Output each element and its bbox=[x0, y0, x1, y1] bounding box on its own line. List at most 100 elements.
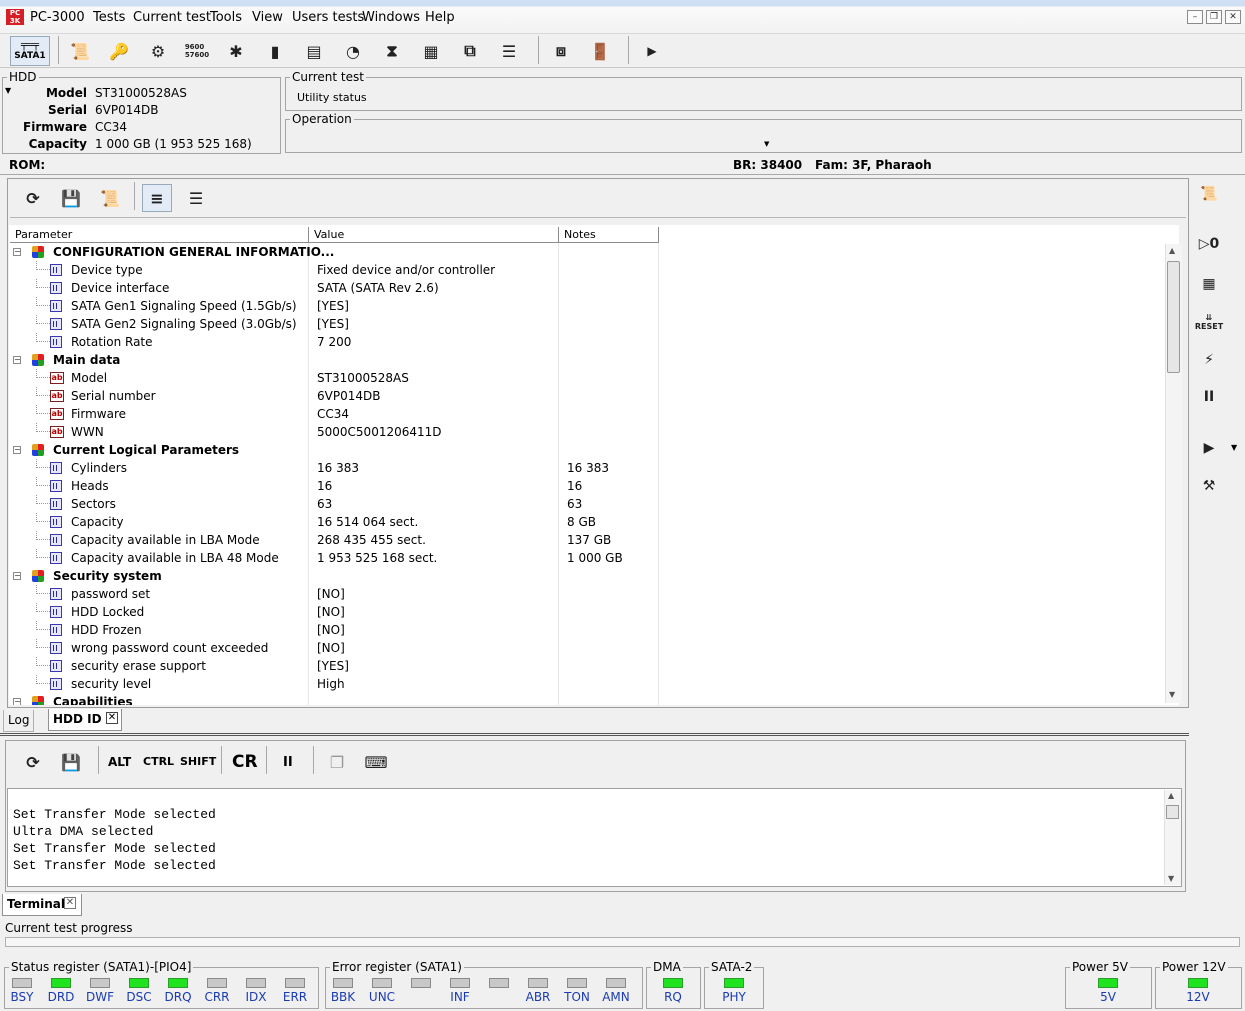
collapse-toggle-icon[interactable]: − bbox=[13, 356, 21, 364]
parameter-row[interactable]: Device interface SATA (SATA Rev 2.6) bbox=[9, 279, 1165, 297]
pause-icon[interactable]: ΙΙ bbox=[1195, 383, 1223, 411]
hourglass-icon[interactable]: ⧗ bbox=[377, 37, 407, 65]
tools-icon[interactable]: ⚒ bbox=[1195, 472, 1223, 500]
parameter-row[interactable]: ab Model ST31000528AS bbox=[9, 369, 1165, 387]
group-row[interactable]: − Current Logical Parameters bbox=[9, 441, 1165, 459]
column-header-parameter[interactable]: Parameter bbox=[10, 227, 309, 243]
terminal-save-icon[interactable]: 💾 bbox=[56, 748, 86, 776]
parameter-row[interactable]: HDD Frozen [NO] bbox=[9, 621, 1165, 639]
terminal-scroll-thumb[interactable] bbox=[1166, 805, 1179, 819]
baud-rate-icon[interactable]: 9600 57600 bbox=[182, 37, 212, 65]
terminal-copy-icon[interactable]: ❐ bbox=[322, 748, 352, 776]
parameter-row[interactable]: Capacity 16 514 064 sect. 8 GB bbox=[9, 513, 1165, 531]
column-header-notes[interactable]: Notes bbox=[559, 227, 659, 243]
tab-log[interactable]: Log bbox=[3, 710, 35, 732]
tree-line bbox=[36, 297, 50, 306]
copy-window-icon[interactable]: ⧈ bbox=[546, 37, 576, 65]
numeric-field-icon bbox=[50, 678, 62, 690]
cr-key-button[interactable]: CR bbox=[232, 752, 258, 772]
menu-help[interactable]: Help bbox=[425, 10, 455, 25]
close-terminal-tab-icon[interactable]: ✕ bbox=[64, 897, 76, 909]
run-arrow-icon[interactable]: ▶ bbox=[637, 37, 667, 65]
parameter-row[interactable]: HDD Locked [NO] bbox=[9, 603, 1165, 621]
list-icon[interactable]: ☰ bbox=[494, 37, 524, 65]
collapse-toggle-icon[interactable]: − bbox=[13, 572, 21, 580]
numeric-field-icon bbox=[50, 534, 62, 546]
rom-scroll-icon[interactable]: 📜 bbox=[1195, 180, 1223, 208]
menu-current-test[interactable]: Current test bbox=[133, 10, 211, 25]
chip-icon[interactable]: ▮ bbox=[260, 37, 290, 65]
tree-line bbox=[36, 261, 50, 270]
parameter-row[interactable]: security erase support [YES] bbox=[9, 657, 1165, 675]
close-tab-icon[interactable]: ✕ bbox=[106, 712, 118, 724]
power-switch-icon[interactable]: ▷0 bbox=[1195, 230, 1223, 258]
save-icon[interactable]: 💾 bbox=[56, 184, 86, 212]
ctrl-key-button[interactable]: CTRL bbox=[143, 755, 174, 768]
board-icon[interactable]: ▦ bbox=[1195, 270, 1223, 298]
terminal-scroll-down-icon[interactable]: ▼ bbox=[1168, 874, 1174, 883]
grid-scroll-thumb[interactable] bbox=[1167, 261, 1180, 373]
minimize-button[interactable]: – bbox=[1187, 10, 1203, 24]
menu-windows[interactable]: Windows bbox=[362, 10, 420, 25]
scroll-icon[interactable]: 📜 bbox=[95, 184, 125, 212]
group-row[interactable]: − Main data bbox=[9, 351, 1165, 369]
menu-tests[interactable]: Tests bbox=[93, 10, 125, 25]
drive-settings-icon[interactable]: ⚙ bbox=[143, 37, 173, 65]
parameter-row[interactable]: wrong password count exceeded [NO] bbox=[9, 639, 1165, 657]
parameter-row[interactable]: ab Serial number 6VP014DB bbox=[9, 387, 1165, 405]
collapse-toggle-icon[interactable]: − bbox=[13, 248, 21, 256]
signal-icon[interactable]: ⚡ bbox=[1195, 346, 1223, 374]
model-value: ST31000528AS bbox=[95, 86, 187, 100]
column-header-value[interactable]: Value bbox=[309, 227, 559, 243]
close-window-button[interactable]: ✕ bbox=[1225, 10, 1241, 24]
group-row[interactable]: − Capabilities bbox=[9, 693, 1165, 705]
parameter-row[interactable]: ab Firmware CC34 bbox=[9, 405, 1165, 423]
parameter-row[interactable]: ab WWN 5000C5001206411D bbox=[9, 423, 1165, 441]
scroll-down-icon[interactable]: ▼ bbox=[1169, 690, 1175, 699]
scroll-up-icon[interactable]: ▲ bbox=[1169, 246, 1175, 255]
scroll-icon[interactable]: 📜 bbox=[65, 37, 95, 65]
splitter[interactable] bbox=[0, 733, 1189, 736]
terminal-refresh-icon[interactable]: ⟳ bbox=[18, 748, 48, 776]
collapse-toggle-icon[interactable]: − bbox=[13, 446, 21, 454]
parameter-row[interactable]: Capacity available in LBA Mode 268 435 45… bbox=[9, 531, 1165, 549]
menu-view[interactable]: View bbox=[252, 10, 283, 25]
sata-port-button[interactable]: ╤═╤ SATA1 bbox=[10, 36, 50, 66]
terminal-keyboard-icon[interactable]: ⌨ bbox=[361, 748, 391, 776]
key-icon[interactable]: 🔑 bbox=[104, 37, 134, 65]
tree-icon[interactable]: ⧉ bbox=[455, 37, 485, 65]
menu-tools[interactable]: Tools bbox=[210, 10, 242, 25]
align-center-icon[interactable]: ≡ bbox=[142, 184, 172, 212]
parameter-row[interactable]: security level High bbox=[9, 675, 1165, 693]
parameter-row[interactable]: SATA Gen1 Signaling Speed (1.5Gb/s) [YES] bbox=[9, 297, 1165, 315]
menu-users-tests[interactable]: Users tests bbox=[292, 10, 364, 25]
alt-key-button[interactable]: ALT bbox=[108, 755, 131, 769]
parameter-row[interactable]: Cylinders 16 383 16 383 bbox=[9, 459, 1165, 477]
align-right-icon[interactable]: ☰ bbox=[181, 184, 211, 212]
reset-icon[interactable]: ⇊ RESET bbox=[1195, 308, 1223, 336]
parameter-row[interactable]: Heads 16 16 bbox=[9, 477, 1165, 495]
disk-icon[interactable]: ◔ bbox=[338, 37, 368, 65]
terminal-pause-icon[interactable]: ΙΙ bbox=[283, 755, 293, 770]
group-row[interactable]: − Security system bbox=[9, 567, 1165, 585]
operation-dropdown-icon[interactable]: ▼ bbox=[764, 140, 769, 148]
refresh-icon[interactable]: ⟳ bbox=[18, 184, 48, 212]
hdd-info-icon[interactable]: ▤ bbox=[299, 37, 329, 65]
group-row[interactable]: − CONFIGURATION GENERAL INFORMATIO... bbox=[9, 243, 1165, 261]
parameter-row[interactable]: Capacity available in LBA 48 Mode 1 953 5… bbox=[9, 549, 1165, 567]
gear-head-icon[interactable]: ✱ bbox=[221, 37, 251, 65]
restore-button[interactable]: ❐ bbox=[1206, 10, 1222, 24]
step-run-icon[interactable]: ▶ bbox=[1195, 434, 1223, 462]
parameter-value: [NO] bbox=[317, 641, 345, 655]
parameter-row[interactable]: SATA Gen2 Signaling Speed (3.0Gb/s) [YES] bbox=[9, 315, 1165, 333]
shift-key-button[interactable]: SHIFT bbox=[180, 755, 216, 768]
parameter-row[interactable]: Rotation Rate 7 200 bbox=[9, 333, 1165, 351]
step-run-dropdown-icon[interactable]: ▼ bbox=[1231, 443, 1237, 452]
parameter-row[interactable]: Device type Fixed device and/or controlle… bbox=[9, 261, 1165, 279]
terminal-scroll-up-icon[interactable]: ▲ bbox=[1168, 791, 1174, 800]
parameter-row[interactable]: password set [NO] bbox=[9, 585, 1165, 603]
table-icon[interactable]: ▦ bbox=[416, 37, 446, 65]
parameter-row[interactable]: Sectors 63 63 bbox=[9, 495, 1165, 513]
collapse-toggle-icon[interactable]: − bbox=[13, 698, 21, 705]
exit-icon[interactable]: 🚪 bbox=[585, 37, 615, 65]
